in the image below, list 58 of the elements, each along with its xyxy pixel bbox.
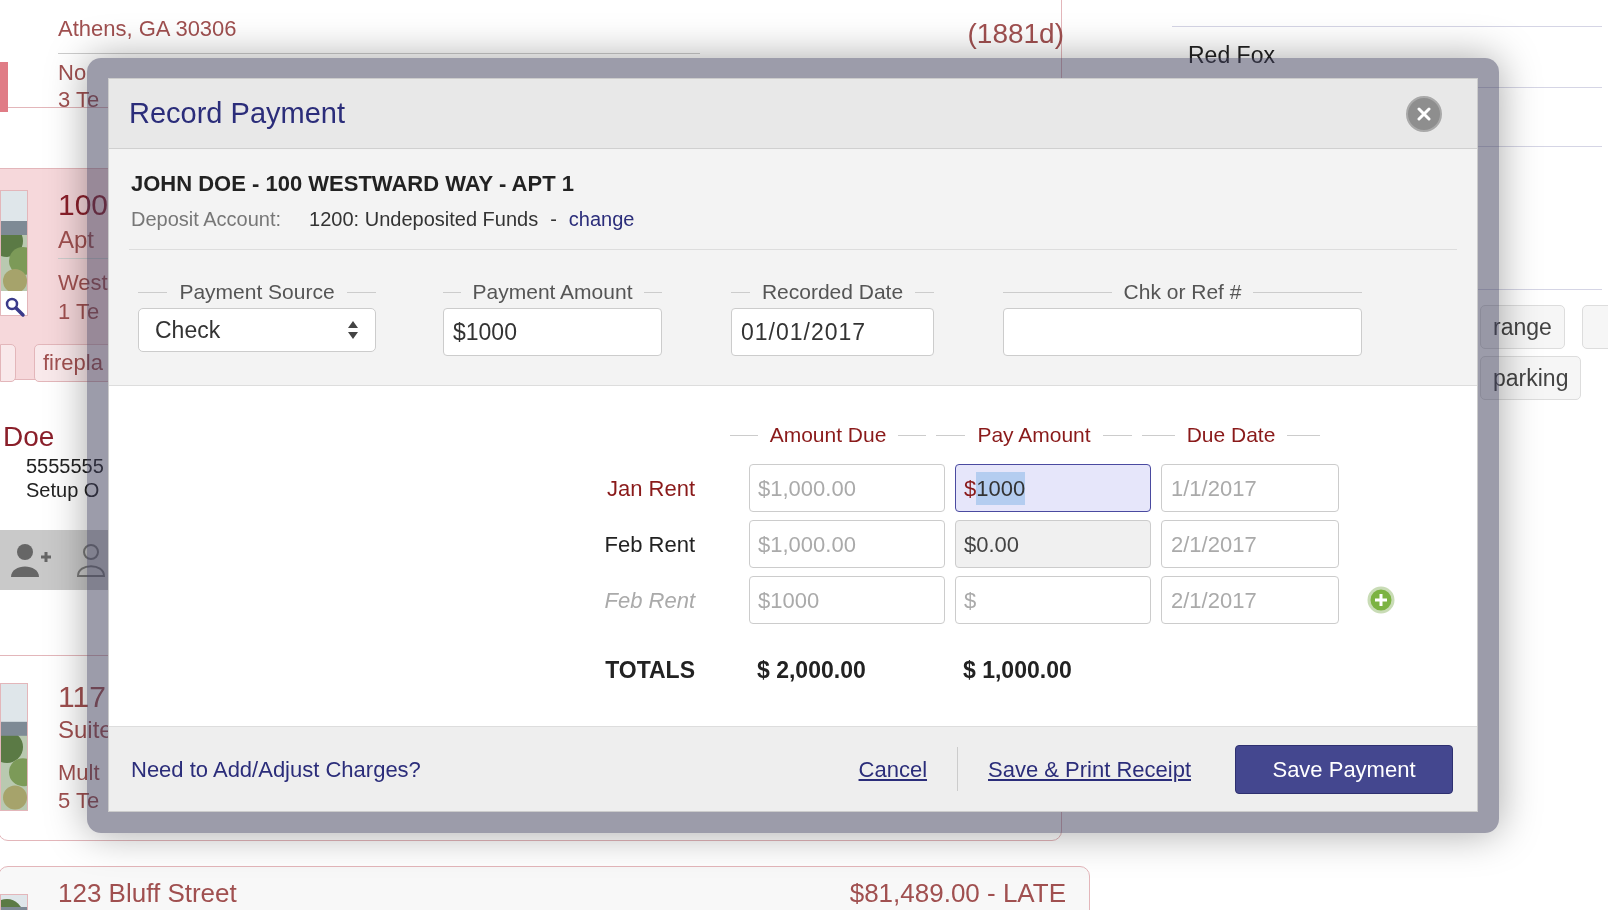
listing-address: Athens, GA 30306 <box>58 18 237 40</box>
add-icon[interactable] <box>1367 586 1395 614</box>
listing-title: 100 <box>58 190 109 220</box>
charge-label: Feb Rent <box>604 586 695 615</box>
tab-marker <box>0 62 8 112</box>
tenant-heading: JOHN DOE - 100 WESTWARD WAY - APT 1 <box>131 170 575 198</box>
listing-title: 123 Bluff Street <box>58 880 237 906</box>
field-label: Chk or Ref # <box>1123 279 1242 306</box>
add-user-icon[interactable] <box>11 543 51 577</box>
separator-text: - <box>550 207 557 232</box>
feature-tag: range <box>1480 305 1565 349</box>
dialog-title: Record Payment <box>129 95 345 131</box>
listing-title: 117 <box>58 682 106 712</box>
input-field[interactable] <box>1003 308 1362 356</box>
field-label: Payment Source <box>179 279 335 306</box>
contact-name: Doe <box>3 423 55 451</box>
phone-text: 5555555 <box>26 456 104 476</box>
charge-label: Jan Rent <box>606 474 695 503</box>
magnifier-icon <box>4 296 26 318</box>
close-icon <box>1417 106 1431 121</box>
save-print-link[interactable]: Save & Print Receipt <box>988 752 1191 786</box>
age-text: (1881d) <box>966 20 1064 48</box>
deposit-label: Deposit Account: <box>131 207 282 232</box>
total-pay-amount: $ 1,000.00 <box>962 655 1073 685</box>
due-date-field: 2/1/2017 <box>1161 576 1339 624</box>
pay-amount-field[interactable]: $0.00 <box>955 520 1151 568</box>
street-text: West <box>58 272 108 294</box>
column-header: Amount Due <box>769 422 887 449</box>
column-header: Pay Amount <box>977 422 1091 449</box>
save-payment-button[interactable]: Save Payment <box>1235 744 1453 794</box>
amount-due-field: $1000 <box>749 576 945 624</box>
pay-amount-field[interactable]: $1000 <box>955 464 1151 512</box>
field-label: Recorded Date <box>761 279 904 306</box>
type-text: Mult <box>58 762 100 784</box>
cancel-link[interactable]: Cancel <box>858 752 927 786</box>
charge-label: Feb Rent <box>604 530 695 559</box>
field-label: Payment Amount <box>472 279 633 306</box>
change-link[interactable]: change <box>568 205 635 233</box>
input-field[interactable]: 01/01/2017 <box>731 308 934 356</box>
deposit-account: 1200: Undeposited Funds <box>309 207 539 232</box>
due-date-field: 1/1/2017 <box>1161 464 1339 512</box>
close-button[interactable] <box>1406 95 1442 132</box>
note-text: Setup O <box>26 480 100 500</box>
sort-arrows-icon <box>347 319 359 341</box>
due-date-field: 2/1/2017 <box>1161 520 1339 568</box>
total-amount-due: $ 2,000.00 <box>756 655 867 685</box>
group-text: No <box>58 62 87 84</box>
payment-source-select[interactable]: Check <box>138 308 376 352</box>
owner-name: Red Fox <box>1188 44 1275 67</box>
amount-due-field: $1,000.00 <box>749 464 945 512</box>
amount-due-field: $1,000.00 <box>749 520 945 568</box>
feature-tag: parking <box>1480 356 1582 400</box>
user-icon[interactable] <box>77 543 107 577</box>
amount-field[interactable]: $1000 <box>443 308 662 356</box>
balance-text: $81,489.00 - LATE <box>848 880 1066 906</box>
totals-label: TOTALS <box>605 655 695 685</box>
column-header: Due Date <box>1186 422 1276 449</box>
adjust-charges-link[interactable]: Need to Add/Adjust Charges? <box>131 752 421 786</box>
